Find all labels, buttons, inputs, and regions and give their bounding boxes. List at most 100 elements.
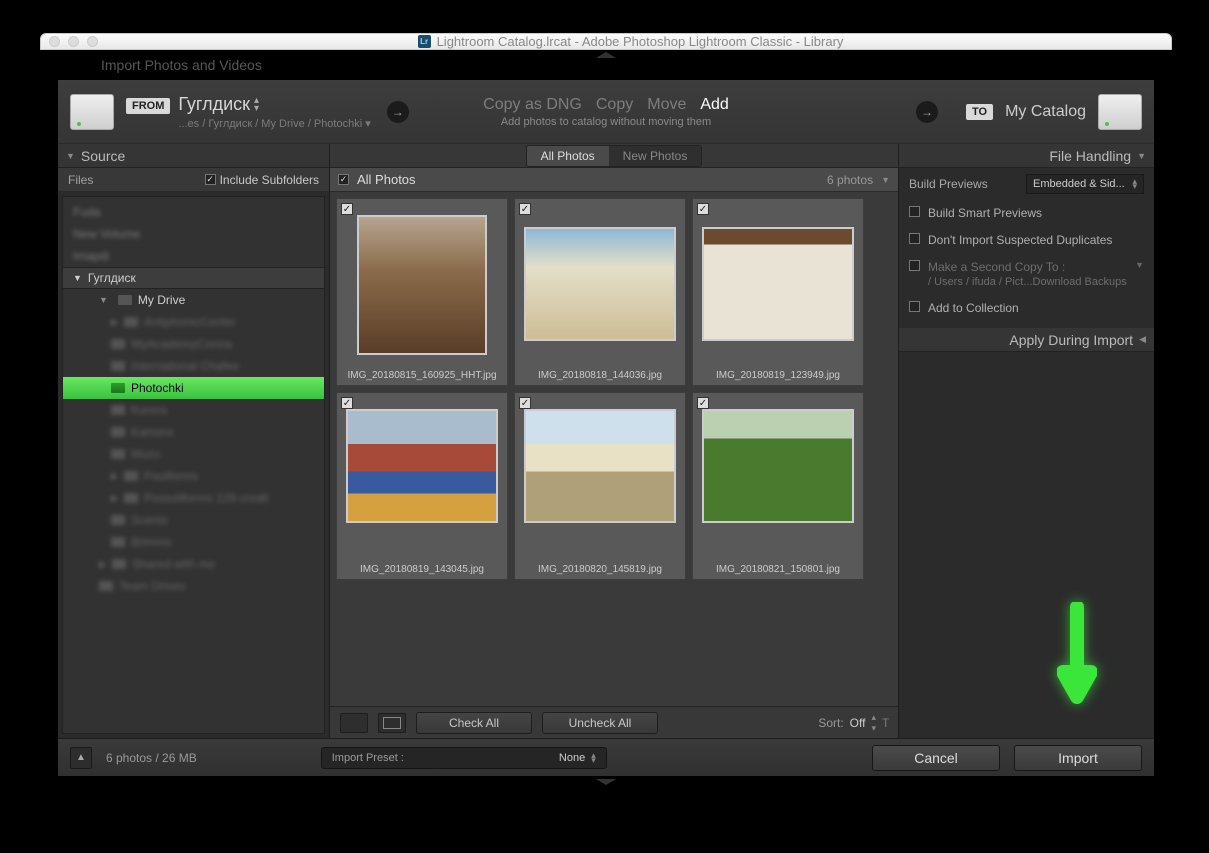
photo-filename: IMG_20180820_145819.jpg (515, 560, 685, 579)
photo-cell[interactable]: ✓IMG_20180819_143045.jpg (336, 392, 508, 580)
grid-view-button[interactable] (340, 713, 368, 733)
sort-value[interactable]: Off (850, 716, 866, 730)
photo-filename: IMG_20180819_123949.jpg (693, 366, 863, 385)
folder-icon (111, 383, 125, 393)
second-copy-checkbox[interactable] (909, 260, 920, 271)
photo-thumbnail[interactable] (524, 409, 676, 523)
all-photos-bar[interactable]: All Photos 6 photos ▼ (330, 168, 898, 192)
no-duplicates-row[interactable]: Don't Import Suspected Duplicates (899, 227, 1154, 254)
loupe-view-button[interactable] (378, 713, 406, 733)
thumbnail-grid[interactable]: ✓IMG_20180815_160925_HHT.jpg✓IMG_2018081… (330, 192, 898, 706)
photo-cell[interactable]: ✓ IMG_20180821_150801.jpg (692, 392, 864, 580)
source-tree[interactable]: Fuda New Volume Imapdi ▼ Гуглдиск ▼ My D… (62, 196, 325, 734)
top-expand-chevron-icon[interactable] (596, 52, 616, 58)
smart-previews-checkbox[interactable] (909, 206, 920, 217)
tree-volume[interactable]: Imapdi (63, 245, 324, 267)
no-duplicates-checkbox[interactable] (909, 233, 920, 244)
minimize-panel-button[interactable]: ▲ (70, 747, 92, 769)
photo-checkbox[interactable]: ✓ (519, 203, 531, 215)
triangle-down-icon[interactable]: ▼ (881, 175, 890, 185)
check-all-button[interactable]: Check All (416, 712, 532, 734)
triangle-down-icon: ▼ (73, 273, 82, 283)
photo-checkbox[interactable]: ✓ (519, 397, 531, 409)
file-handling-header[interactable]: File Handling▼ (899, 144, 1154, 168)
filter-new-photos[interactable]: New Photos (609, 146, 702, 166)
photo-thumbnail[interactable] (702, 227, 854, 341)
photo-count: 6 photos (827, 173, 873, 187)
photo-checkbox[interactable]: ✓ (697, 397, 709, 409)
second-copy-row[interactable]: Make a Second Copy To : / Users / ifuda … (899, 254, 1154, 295)
thumbnail-size-label: T (882, 716, 888, 730)
tree-folder[interactable]: MyAcademyConna (63, 333, 324, 355)
tree-folder[interactable]: ▶Paulforms (63, 465, 324, 487)
tree-folder[interactable]: ▶Possoliforms 129 credit (63, 487, 324, 509)
minimize-window[interactable] (68, 36, 79, 47)
window-titlebar: Lr Lightroom Catalog.lrcat - Adobe Photo… (40, 33, 1172, 50)
filter-all-photos[interactable]: All Photos (527, 146, 609, 166)
close-window[interactable] (49, 36, 60, 47)
photo-cell[interactable]: ✓IMG_20180818_144036.jpg (514, 198, 686, 386)
chevron-updown-icon: ▴▾ (871, 712, 876, 734)
apply-during-import-header[interactable]: Apply During Import◀ (899, 328, 1154, 352)
tree-folder-mydrive[interactable]: ▼ My Drive (63, 289, 324, 311)
photo-thumbnail[interactable] (524, 227, 676, 341)
import-preset-select[interactable]: Import Preset : None ▴▾ (321, 747, 607, 769)
tree-volume[interactable]: New Volume (63, 223, 324, 245)
tree-volume-selected[interactable]: ▼ Гуглдиск (63, 267, 324, 289)
include-subfolders-label: Include Subfolders (220, 173, 319, 187)
photo-filename: IMG_20180821_150801.jpg (693, 560, 863, 579)
photo-cell[interactable]: ✓ IMG_20180819_123949.jpg (692, 198, 864, 386)
tree-folder[interactable]: Kamera (63, 421, 324, 443)
tree-folder[interactable]: Brimms (63, 531, 324, 553)
source-arrow-icon[interactable]: → (387, 101, 409, 123)
tree-folder-selected[interactable]: Photochki (63, 377, 324, 399)
photo-cell[interactable]: ✓ IMG_20180820_145819.jpg (514, 392, 686, 580)
source-path[interactable]: ...es / Гуглдиск / My Drive / Photochki … (178, 117, 370, 130)
build-previews-select[interactable]: Embedded & Sid... ▴▾ (1026, 174, 1144, 194)
destination-drive-icon (1098, 94, 1142, 130)
bottom-expand-chevron-icon[interactable] (596, 779, 616, 785)
tree-folder[interactable]: International Chafee (63, 355, 324, 377)
dialog-footer: ▲ 6 photos / 26 MB Import Preset : None … (58, 738, 1154, 776)
tree-folder[interactable]: Scents (63, 509, 324, 531)
select-all-checkbox[interactable] (338, 174, 349, 185)
photo-thumbnail[interactable] (357, 215, 487, 355)
zoom-window[interactable] (87, 36, 98, 47)
tree-folder[interactable]: Muzu (63, 443, 324, 465)
tree-folder[interactable]: ▶Shared with me (63, 553, 324, 575)
import-source-section: FROM Гуглдиск▴▾ ...es / Гуглдиск / My Dr… (70, 94, 371, 130)
tree-folder[interactable]: Team Drives (63, 575, 324, 597)
cancel-button[interactable]: Cancel (872, 745, 1000, 771)
add-to-collection-checkbox[interactable] (909, 301, 920, 312)
source-drive-icon (70, 94, 114, 130)
include-subfolders-checkbox[interactable] (205, 174, 216, 185)
from-badge: FROM (126, 98, 170, 114)
tree-folder[interactable]: Kurera (63, 399, 324, 421)
photo-thumbnail[interactable] (346, 409, 498, 523)
sort-label: Sort: (818, 716, 843, 730)
destination-name[interactable]: My Catalog (1005, 103, 1086, 121)
source-name[interactable]: Гуглдиск▴▾ (178, 94, 370, 115)
action-move[interactable]: Move (647, 96, 686, 114)
action-copy[interactable]: Copy (596, 96, 633, 114)
build-previews-row: Build Previews Embedded & Sid... ▴▾ (899, 168, 1154, 200)
photo-checkbox[interactable]: ✓ (341, 203, 353, 215)
tree-folder[interactable]: ▶AntiphonicCenter (63, 311, 324, 333)
photo-cell[interactable]: ✓IMG_20180815_160925_HHT.jpg (336, 198, 508, 386)
uncheck-all-button[interactable]: Uncheck All (542, 712, 658, 734)
chevron-updown-icon: ▴▾ (1132, 179, 1137, 189)
source-panel-header[interactable]: ▼ Source (58, 144, 329, 168)
action-add[interactable]: Add (700, 96, 728, 114)
action-copy-as-dng[interactable]: Copy as DNG (483, 96, 582, 114)
destination-arrow-icon[interactable]: → (916, 101, 938, 123)
import-button[interactable]: Import (1014, 745, 1142, 771)
files-row: Files Include Subfolders (58, 168, 329, 192)
photo-checkbox[interactable]: ✓ (697, 203, 709, 215)
photo-thumbnail[interactable] (702, 409, 854, 523)
add-to-collection-row[interactable]: Add to Collection (899, 295, 1154, 322)
build-smart-previews-row[interactable]: Build Smart Previews (899, 200, 1154, 227)
app-top-bar: Import Photos and Videos (41, 50, 1171, 80)
photo-checkbox[interactable]: ✓ (341, 397, 353, 409)
second-copy-path: / Users / ifuda / Pict...Download Backup… (928, 276, 1127, 288)
tree-volume[interactable]: Fuda (63, 201, 324, 223)
